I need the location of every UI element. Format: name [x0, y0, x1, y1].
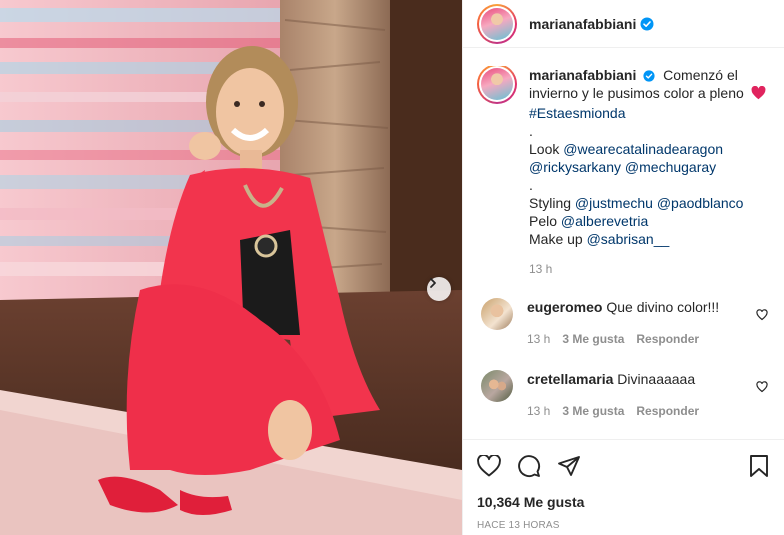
mention-link[interactable]: @justmechu	[575, 195, 653, 211]
caption-makeup-label: Make up	[529, 231, 583, 247]
photo-illustration	[0, 0, 462, 535]
caption-hair-label: Pelo	[529, 213, 558, 229]
post-photo[interactable]	[0, 0, 462, 535]
bookmark-icon[interactable]	[748, 454, 770, 478]
caption-look-label: Look	[529, 141, 560, 157]
mention-link[interactable]: @rickysarkany	[529, 159, 621, 175]
caption-text: marianafabbiani Comenzó el invierno y le…	[529, 66, 768, 278]
red-heart-icon	[751, 85, 766, 104]
action-icons	[477, 452, 770, 480]
reply-button[interactable]: Responder	[636, 330, 699, 348]
caption: marianafabbiani Comenzó el invierno y le…	[477, 66, 768, 278]
caption-time[interactable]: 13 h	[529, 260, 768, 278]
comment-body: eugeromeo Que divino color!!! 13 h 3 Me …	[527, 298, 747, 348]
verified-badge-icon	[643, 70, 655, 82]
caption-separator: .	[529, 177, 533, 193]
comment-icon[interactable]	[517, 454, 541, 478]
commenter-avatar[interactable]	[481, 370, 513, 402]
mention-link[interactable]: @paodblanco	[657, 195, 744, 211]
comment-item: eugeromeo Que divino color!!! 13 h 3 Me …	[477, 298, 768, 348]
heart-icon[interactable]	[756, 308, 768, 324]
comment-item: cretellamaria Divinaaaaaa 13 h 3 Me gust…	[477, 370, 768, 420]
heart-icon[interactable]	[477, 455, 501, 477]
commenter-username[interactable]: cretellamaria	[527, 371, 613, 387]
reply-button[interactable]: Responder	[636, 402, 699, 420]
hashtag-link[interactable]: #Estaesmionda	[529, 104, 768, 122]
commenter-avatar[interactable]	[481, 298, 513, 330]
post-timestamp[interactable]: Hace 13 horas	[477, 520, 770, 531]
likes-count[interactable]: 10,364 Me gusta	[477, 494, 770, 510]
author-username[interactable]: marianafabbiani	[529, 16, 636, 32]
commenter-username[interactable]: eugeromeo	[527, 299, 602, 315]
paper-plane-icon[interactable]	[557, 454, 581, 478]
comments-section[interactable]: marianafabbiani Comenzó el invierno y le…	[463, 66, 784, 438]
comment-text: Divinaaaaaa	[617, 371, 696, 387]
verified-badge-icon	[640, 17, 654, 31]
chevron-right-icon	[430, 278, 436, 288]
caption-avatar[interactable]	[477, 66, 517, 104]
mention-link[interactable]: @sabrisan__	[587, 231, 670, 247]
caption-styling-label: Styling	[529, 195, 572, 211]
comment-likes[interactable]: 3 Me gusta	[562, 402, 624, 420]
comment-likes[interactable]: 3 Me gusta	[562, 330, 624, 348]
heart-icon[interactable]	[756, 380, 768, 396]
author-avatar[interactable]	[477, 3, 517, 44]
caption-separator: .	[529, 123, 533, 139]
caption-hair-line: Pelo @alberevetria	[529, 212, 768, 230]
caption-styling-line: Styling @justmechu @paodblanco	[529, 194, 768, 212]
comment-meta: 13 h 3 Me gusta Responder	[527, 330, 747, 348]
comment-time[interactable]: 13 h	[527, 330, 550, 348]
instagram-post: marianafabbiani marianafabbiani Comenzó …	[0, 0, 784, 535]
comment-time[interactable]: 13 h	[527, 402, 550, 420]
mention-link[interactable]: @mechugaray	[625, 159, 716, 175]
caption-mentions-line: @rickysarkany @mechugaray	[529, 158, 768, 176]
post-sidebar: marianafabbiani marianafabbiani Comenzó …	[462, 0, 784, 535]
caption-makeup-line: Make up @sabrisan__	[529, 230, 768, 248]
caption-username[interactable]: marianafabbiani	[529, 67, 636, 83]
post-header: marianafabbiani	[463, 0, 784, 48]
mention-link[interactable]: @wearecatalinadearagon	[563, 141, 723, 157]
comment-meta: 13 h 3 Me gusta Responder	[527, 402, 747, 420]
comment-body: cretellamaria Divinaaaaaa 13 h 3 Me gust…	[527, 370, 747, 420]
caption-look-line: Look @wearecatalinadearagon	[529, 140, 768, 158]
next-photo-button[interactable]	[427, 277, 451, 301]
comment-text: Que divino color!!!	[606, 299, 720, 315]
post-actions: 10,364 Me gusta Hace 13 horas	[463, 439, 784, 531]
mention-link[interactable]: @alberevetria	[561, 213, 648, 229]
